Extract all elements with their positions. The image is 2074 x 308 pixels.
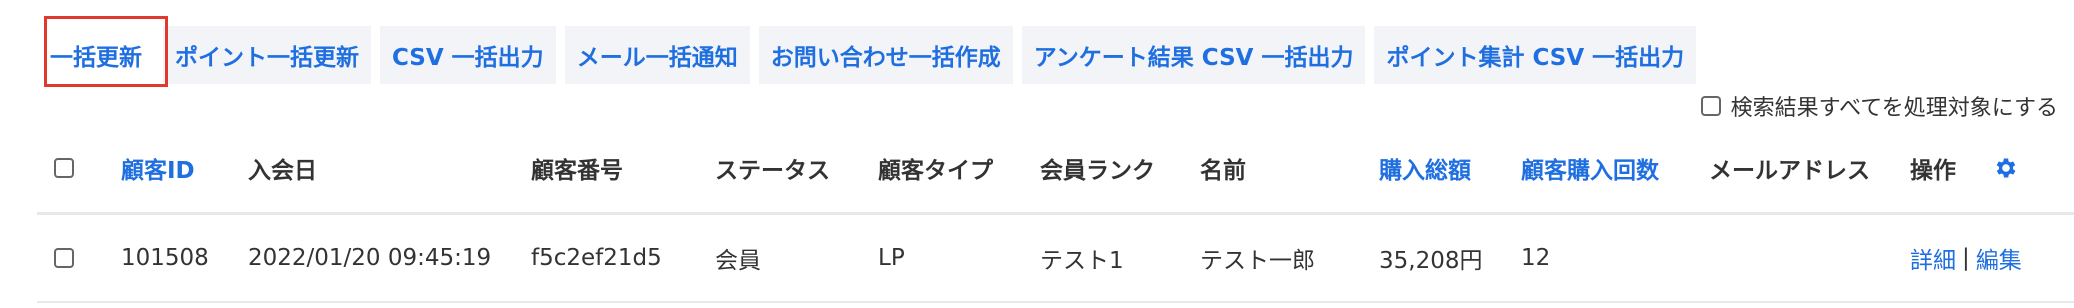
header-member-rank: 会員ランク: [1040, 158, 1155, 184]
select-all-results-label: 検索結果すべてを処理対象にする: [1730, 96, 2058, 121]
header-customer-id[interactable]: 顧客ID: [121, 124, 195, 212]
header-name: 名前: [1200, 158, 1246, 184]
cell-customer-number: f5c2ef21d5: [531, 245, 662, 271]
bulk-update-button[interactable]: 一括更新: [44, 26, 154, 84]
select-all-results[interactable]: 検索結果すべてを処理対象にする: [1700, 90, 2058, 122]
detail-link[interactable]: 詳細: [1910, 241, 1956, 275]
gear-icon: [1996, 158, 2016, 178]
row-checkbox-cell: [54, 215, 74, 301]
cell-member-rank: テスト1: [1040, 248, 1124, 274]
cell-join-date: 2022/01/20 09:45:19: [248, 245, 492, 271]
cell-actions: 詳細 | 編集: [1910, 215, 2022, 301]
cell-purchase-count: 12: [1521, 245, 1551, 271]
header-customer-type: 顧客タイプ: [878, 158, 993, 184]
table-header-row: 顧客ID 入会日 顧客番号 ステータス 顧客タイプ 会員ランク 名前 購入総額 …: [37, 124, 2074, 215]
select-all-rows-checkbox[interactable]: [54, 158, 74, 178]
column-settings-button[interactable]: [1993, 124, 2019, 212]
header-total-purchase[interactable]: 購入総額: [1379, 124, 1471, 212]
header-customer-number: 顧客番号: [531, 158, 623, 184]
bulk-survey-csv-export-button[interactable]: アンケート結果 CSV 一括出力: [1021, 26, 1366, 84]
header-purchase-count[interactable]: 顧客購入回数: [1521, 124, 1659, 212]
bulk-email-notify-button[interactable]: メール一括通知: [564, 26, 750, 84]
bulk-point-summary-csv-export-button[interactable]: ポイント集計 CSV 一括出力: [1374, 26, 1697, 84]
action-separator: |: [1962, 245, 1970, 271]
header-email: メールアドレス: [1709, 158, 1870, 184]
header-status: ステータス: [715, 158, 830, 184]
edit-link[interactable]: 編集: [1976, 241, 2022, 275]
customer-table: 顧客ID 入会日 顧客番号 ステータス 顧客タイプ 会員ランク 名前 購入総額 …: [37, 124, 2074, 303]
row-checkbox[interactable]: [54, 248, 74, 268]
bulk-inquiry-create-button[interactable]: お問い合わせ一括作成: [758, 26, 1013, 84]
cell-customer-type: LP: [878, 245, 905, 271]
header-actions: 操作: [1910, 158, 1956, 184]
bulk-csv-export-button[interactable]: CSV 一括出力: [380, 26, 556, 84]
cell-status: 会員: [715, 248, 761, 274]
table-row: 101508 2022/01/20 09:45:19 f5c2ef21d5 会員…: [37, 215, 2074, 303]
select-all-results-checkbox[interactable]: [1700, 96, 1721, 116]
cell-total-purchase: 35,208円: [1379, 248, 1483, 274]
cell-customer-id: 101508: [121, 245, 209, 271]
header-join-date: 入会日: [248, 158, 317, 184]
bulk-action-toolbar: 一括更新 ポイント一括更新 CSV 一括出力 メール一括通知 お問い合わせ一括作…: [44, 26, 1697, 84]
bulk-point-update-button[interactable]: ポイント一括更新: [163, 26, 371, 84]
cell-name: テスト一郎: [1200, 248, 1315, 274]
header-checkbox-cell: [54, 124, 74, 212]
